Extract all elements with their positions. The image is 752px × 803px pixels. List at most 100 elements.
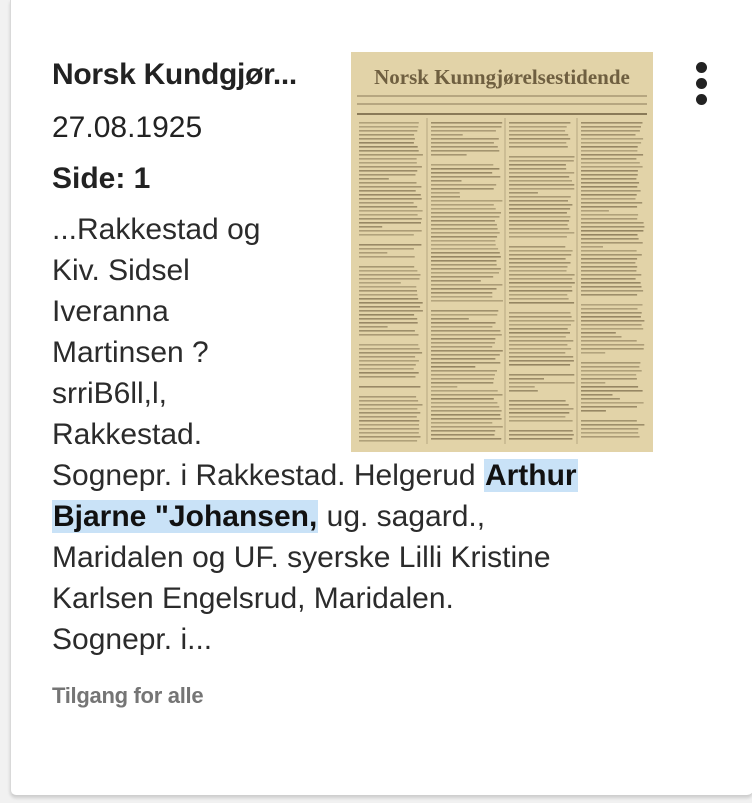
newspaper-thumbnail[interactable]: Norsk Kunngjørelsestidende bbox=[351, 52, 653, 452]
text-line-mark bbox=[431, 256, 501, 258]
text-line-mark bbox=[431, 366, 476, 368]
text-line-mark bbox=[581, 406, 637, 408]
text-line-mark bbox=[431, 154, 467, 156]
text-line-mark bbox=[359, 206, 418, 208]
text-line-mark bbox=[431, 292, 493, 294]
text-line-mark bbox=[581, 246, 603, 248]
text-line-mark bbox=[581, 332, 616, 334]
text-line-mark bbox=[509, 352, 566, 354]
text-line-mark bbox=[581, 266, 638, 268]
text-line-mark bbox=[359, 330, 415, 332]
text-line-mark bbox=[431, 232, 500, 234]
text-line-mark bbox=[359, 130, 418, 132]
text-line-mark bbox=[359, 326, 388, 328]
text-line-mark bbox=[509, 336, 566, 338]
text-line-mark bbox=[359, 270, 418, 272]
text-line-mark bbox=[509, 298, 569, 300]
text-line-mark bbox=[509, 320, 575, 322]
text-line-mark bbox=[359, 256, 415, 258]
text-line-mark bbox=[509, 142, 567, 144]
text-line-mark bbox=[581, 352, 606, 354]
text-line-mark bbox=[581, 410, 606, 412]
text-line-mark bbox=[509, 172, 575, 174]
text-line-mark bbox=[431, 322, 496, 324]
result-title[interactable]: Norsk Kundgjør... bbox=[52, 58, 297, 92]
text-line-mark bbox=[581, 174, 638, 176]
text-line-mark bbox=[581, 222, 644, 224]
text-line-mark bbox=[431, 288, 497, 290]
text-line-mark bbox=[359, 142, 414, 144]
text-line-mark bbox=[431, 358, 496, 360]
text-line-mark bbox=[431, 438, 502, 440]
text-line-mark bbox=[359, 190, 416, 192]
text-line-mark bbox=[509, 208, 571, 210]
search-hit-highlight: Bjarne "Johansen, bbox=[52, 500, 319, 533]
text-line-mark bbox=[359, 146, 418, 148]
text-line-mark bbox=[431, 264, 497, 266]
more-options-button[interactable] bbox=[685, 58, 719, 108]
text-line-mark bbox=[581, 170, 638, 172]
text-line-mark bbox=[359, 134, 415, 136]
text-line-mark bbox=[431, 248, 499, 250]
text-line-mark bbox=[581, 382, 606, 384]
text-line-mark bbox=[359, 314, 415, 316]
text-line-mark bbox=[581, 390, 643, 392]
text-line-mark bbox=[509, 386, 535, 388]
text-line-mark bbox=[359, 266, 415, 268]
result-date: 27.08.1925 bbox=[52, 111, 203, 144]
text-line-mark bbox=[431, 418, 502, 420]
text-line-mark bbox=[359, 364, 416, 366]
text-line-mark bbox=[509, 246, 566, 248]
text-line-mark bbox=[431, 126, 502, 128]
text-line-mark bbox=[581, 238, 639, 240]
text-line-mark bbox=[359, 344, 419, 346]
text-line-mark bbox=[431, 172, 493, 174]
text-line-mark bbox=[509, 390, 538, 392]
text-line-mark bbox=[581, 270, 637, 272]
text-line-mark bbox=[581, 432, 639, 434]
text-line-mark bbox=[581, 258, 638, 260]
text-line-mark bbox=[581, 154, 644, 156]
more-vertical-icon bbox=[696, 78, 707, 89]
text-line-mark bbox=[431, 130, 496, 132]
text-line-mark bbox=[359, 286, 417, 288]
text-line-mark bbox=[431, 204, 494, 206]
text-line-mark bbox=[509, 274, 575, 276]
text-line-mark bbox=[359, 356, 416, 358]
text-line-mark bbox=[431, 196, 460, 198]
text-line-mark bbox=[359, 214, 418, 216]
text-line-mark bbox=[581, 198, 636, 200]
search-result-card[interactable]: Norsk Kundgjør... 27.08.1925 Side: 1 ...… bbox=[10, 0, 752, 796]
text-line-mark bbox=[431, 346, 493, 348]
text-line-mark bbox=[359, 348, 420, 350]
text-line-mark bbox=[431, 228, 498, 230]
text-line-mark bbox=[359, 244, 422, 246]
text-line-mark bbox=[581, 362, 641, 364]
text-line-mark bbox=[509, 168, 567, 170]
text-line-mark bbox=[359, 386, 421, 388]
text-line-mark bbox=[359, 416, 417, 418]
text-line-mark bbox=[431, 184, 497, 186]
text-line-mark bbox=[359, 306, 421, 308]
text-line-mark bbox=[359, 404, 423, 406]
text-line-mark bbox=[509, 356, 574, 358]
text-line-mark bbox=[431, 260, 497, 262]
text-line-mark bbox=[359, 210, 423, 212]
text-line-mark bbox=[431, 434, 495, 436]
text-line-mark bbox=[431, 224, 497, 226]
text-line-mark bbox=[359, 198, 422, 200]
text-line-mark bbox=[509, 400, 566, 402]
text-line-mark bbox=[509, 278, 573, 280]
text-line-mark bbox=[509, 138, 571, 140]
text-line-mark bbox=[431, 414, 501, 416]
text-line-mark bbox=[359, 218, 422, 220]
text-line-mark bbox=[509, 164, 566, 166]
text-line-mark bbox=[359, 252, 388, 254]
more-vertical-icon bbox=[696, 62, 707, 73]
snippet-line: Karlsen Engelsrud, Maridalen. bbox=[52, 582, 454, 615]
text-line-mark bbox=[359, 222, 421, 224]
text-line-mark bbox=[359, 122, 419, 124]
text-line-mark bbox=[581, 254, 642, 256]
text-line-mark bbox=[431, 310, 499, 312]
text-line-mark bbox=[581, 436, 640, 438]
